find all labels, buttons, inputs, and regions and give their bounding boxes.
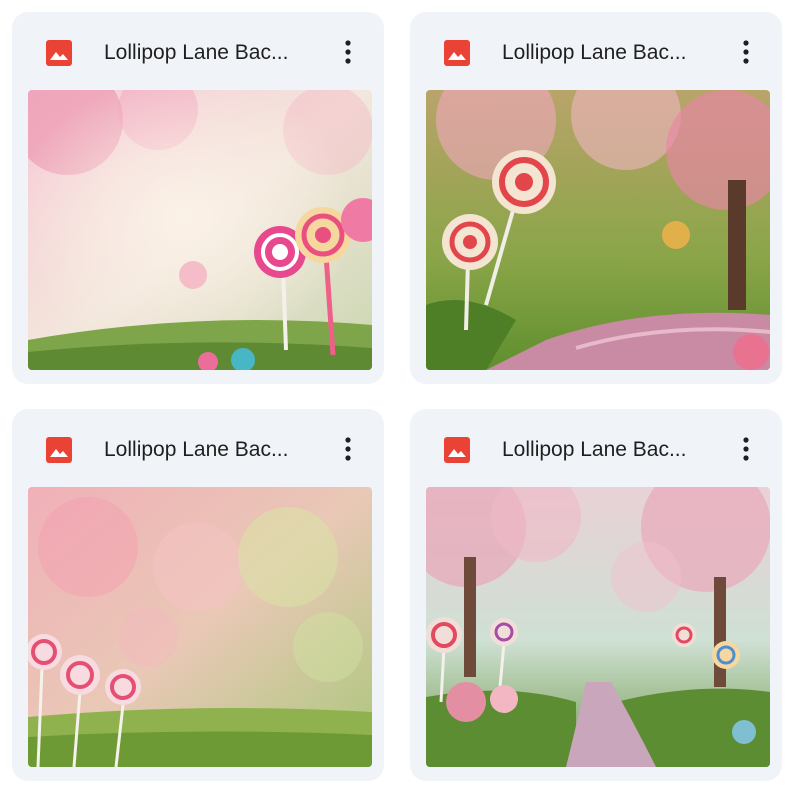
image-file-icon	[444, 40, 470, 66]
file-title: Lollipop Lane Bac...	[104, 438, 289, 461]
more-vert-icon[interactable]	[728, 431, 764, 467]
file-card-header: Lollipop Lane Bac...	[410, 12, 782, 90]
file-title: Lollipop Lane Bac...	[502, 41, 687, 64]
image-file-icon	[46, 437, 72, 463]
file-card-header: Lollipop Lane Bac...	[12, 12, 384, 90]
image-file-icon	[444, 437, 470, 463]
file-card-header: Lollipop Lane Bac...	[12, 409, 384, 487]
file-card[interactable]: Lollipop Lane Bac...	[12, 409, 384, 781]
more-vert-icon[interactable]	[330, 431, 366, 467]
more-vert-icon[interactable]	[330, 34, 366, 70]
file-title: Lollipop Lane Bac...	[104, 41, 289, 64]
file-card-header: Lollipop Lane Bac...	[410, 409, 782, 487]
file-card[interactable]: Lollipop Lane Bac...	[12, 12, 384, 384]
file-thumbnail[interactable]	[426, 90, 770, 370]
file-card[interactable]: Lollipop Lane Bac...	[410, 409, 782, 781]
more-vert-icon[interactable]	[728, 34, 764, 70]
file-title: Lollipop Lane Bac...	[502, 438, 687, 461]
file-grid: Lollipop Lane Bac... Lollipop Lane Bac..…	[0, 0, 794, 788]
image-file-icon	[46, 40, 72, 66]
file-thumbnail[interactable]	[426, 487, 770, 767]
file-thumbnail[interactable]	[28, 90, 372, 370]
file-thumbnail[interactable]	[28, 487, 372, 767]
file-card[interactable]: Lollipop Lane Bac...	[410, 12, 782, 384]
